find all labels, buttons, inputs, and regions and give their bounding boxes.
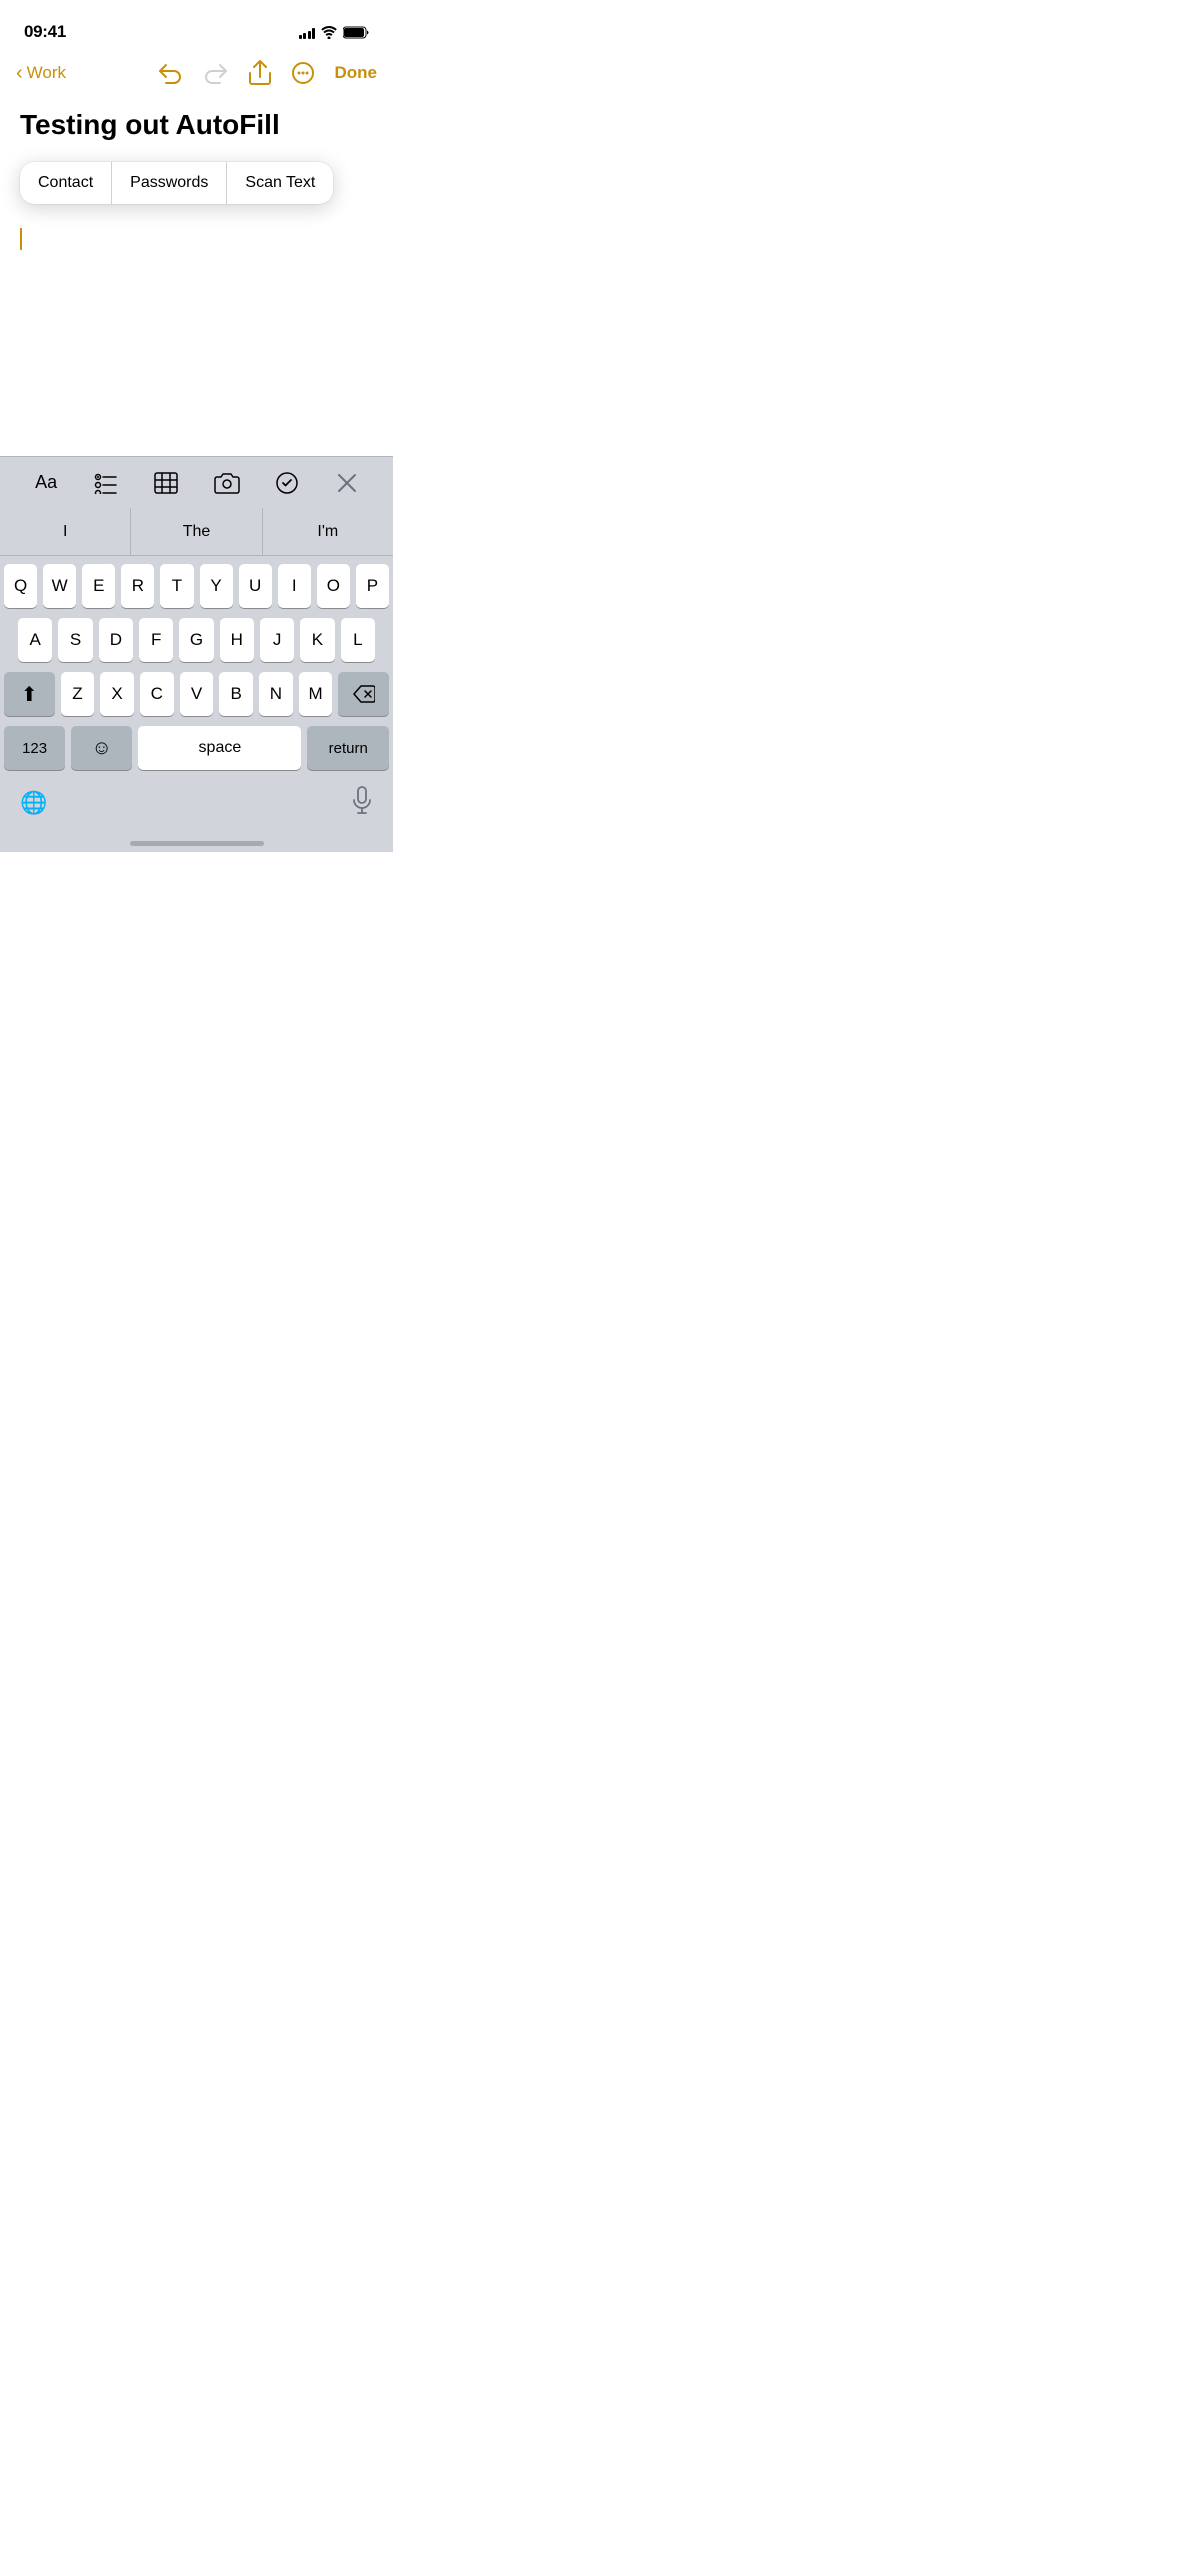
key-row-2: A S D F G H J K L xyxy=(4,618,389,662)
key-return[interactable]: return xyxy=(307,726,389,770)
text-cursor xyxy=(20,228,22,250)
key-M[interactable]: M xyxy=(299,672,333,716)
back-label: Work xyxy=(27,63,66,83)
status-bar: 09:41 xyxy=(0,0,393,50)
key-D[interactable]: D xyxy=(99,618,133,662)
autofill-scan-text-button[interactable]: Scan Text xyxy=(227,162,333,204)
keyboard: Q W E R T Y U I O P A S D F G H J K L ⬆ … xyxy=(0,556,393,852)
key-L[interactable]: L xyxy=(341,618,375,662)
status-time: 09:41 xyxy=(24,22,66,42)
key-numbers[interactable]: 123 xyxy=(4,726,65,770)
key-H[interactable]: H xyxy=(220,618,254,662)
pred-item-The[interactable]: The xyxy=(131,508,262,555)
note-area: Testing out AutoFill Contact Passwords S… xyxy=(0,100,393,267)
predictive-bar: I The I'm xyxy=(0,508,393,556)
globe-icon[interactable]: 🌐 xyxy=(20,790,47,816)
markup-button[interactable] xyxy=(265,461,309,505)
key-S[interactable]: S xyxy=(58,618,92,662)
close-keyboard-button[interactable] xyxy=(325,461,369,505)
key-N[interactable]: N xyxy=(259,672,293,716)
list-button[interactable] xyxy=(84,461,128,505)
status-icons xyxy=(299,26,370,39)
table-icon xyxy=(154,472,178,494)
key-E[interactable]: E xyxy=(82,564,115,608)
autofill-contact-button[interactable]: Contact xyxy=(20,162,112,204)
format-label: Aa xyxy=(35,472,57,493)
camera-icon xyxy=(214,472,240,494)
share-button[interactable] xyxy=(249,60,271,86)
nav-bar: ‹ Work xyxy=(0,50,393,100)
key-T[interactable]: T xyxy=(160,564,193,608)
key-R[interactable]: R xyxy=(121,564,154,608)
key-V[interactable]: V xyxy=(180,672,214,716)
markup-icon xyxy=(275,471,299,495)
chevron-left-icon: ‹ xyxy=(16,63,23,83)
key-Y[interactable]: Y xyxy=(200,564,233,608)
list-icon xyxy=(94,472,118,494)
key-A[interactable]: A xyxy=(18,618,52,662)
undo-button[interactable] xyxy=(157,62,183,84)
key-K[interactable]: K xyxy=(300,618,334,662)
autofill-passwords-button[interactable]: Passwords xyxy=(112,162,227,204)
key-J[interactable]: J xyxy=(260,618,294,662)
key-P[interactable]: P xyxy=(356,564,389,608)
key-emoji[interactable]: ☺ xyxy=(71,726,132,770)
key-F[interactable]: F xyxy=(139,618,173,662)
camera-button[interactable] xyxy=(205,461,249,505)
done-button[interactable]: Done xyxy=(335,63,378,83)
more-button[interactable] xyxy=(291,61,315,85)
key-B[interactable]: B xyxy=(219,672,253,716)
home-indicator xyxy=(130,841,264,846)
key-W[interactable]: W xyxy=(43,564,76,608)
key-delete[interactable] xyxy=(338,672,389,716)
wifi-icon xyxy=(321,26,337,39)
key-O[interactable]: O xyxy=(317,564,350,608)
nav-actions: Done xyxy=(157,60,378,86)
close-icon xyxy=(337,473,357,493)
key-I[interactable]: I xyxy=(278,564,311,608)
key-C[interactable]: C xyxy=(140,672,174,716)
battery-icon xyxy=(343,26,369,39)
keyboard-bottom: 🌐 xyxy=(4,780,389,820)
keyboard-toolbar: Aa xyxy=(0,456,393,508)
back-button[interactable]: ‹ Work xyxy=(16,63,66,83)
key-row-3: ⬆ Z X C V B N M xyxy=(4,672,389,716)
key-row-4: 123 ☺ space return xyxy=(4,726,389,770)
microphone-icon[interactable] xyxy=(351,786,373,820)
key-X[interactable]: X xyxy=(100,672,134,716)
key-Z[interactable]: Z xyxy=(61,672,95,716)
key-shift[interactable]: ⬆ xyxy=(4,672,55,716)
key-Q[interactable]: Q xyxy=(4,564,37,608)
key-U[interactable]: U xyxy=(239,564,272,608)
delete-icon xyxy=(353,685,375,703)
redo-button[interactable] xyxy=(203,62,229,84)
autofill-popup: Contact Passwords Scan Text xyxy=(20,162,333,204)
pred-item-I[interactable]: I xyxy=(0,508,131,555)
note-title: Testing out AutoFill xyxy=(20,108,373,142)
key-G[interactable]: G xyxy=(179,618,213,662)
format-button[interactable]: Aa xyxy=(24,461,68,505)
key-row-1: Q W E R T Y U I O P xyxy=(4,564,389,608)
table-button[interactable] xyxy=(144,461,188,505)
note-body[interactable] xyxy=(20,220,373,259)
key-space[interactable]: space xyxy=(138,726,301,770)
pred-item-Im[interactable]: I'm xyxy=(263,508,393,555)
signal-icon xyxy=(299,26,316,39)
